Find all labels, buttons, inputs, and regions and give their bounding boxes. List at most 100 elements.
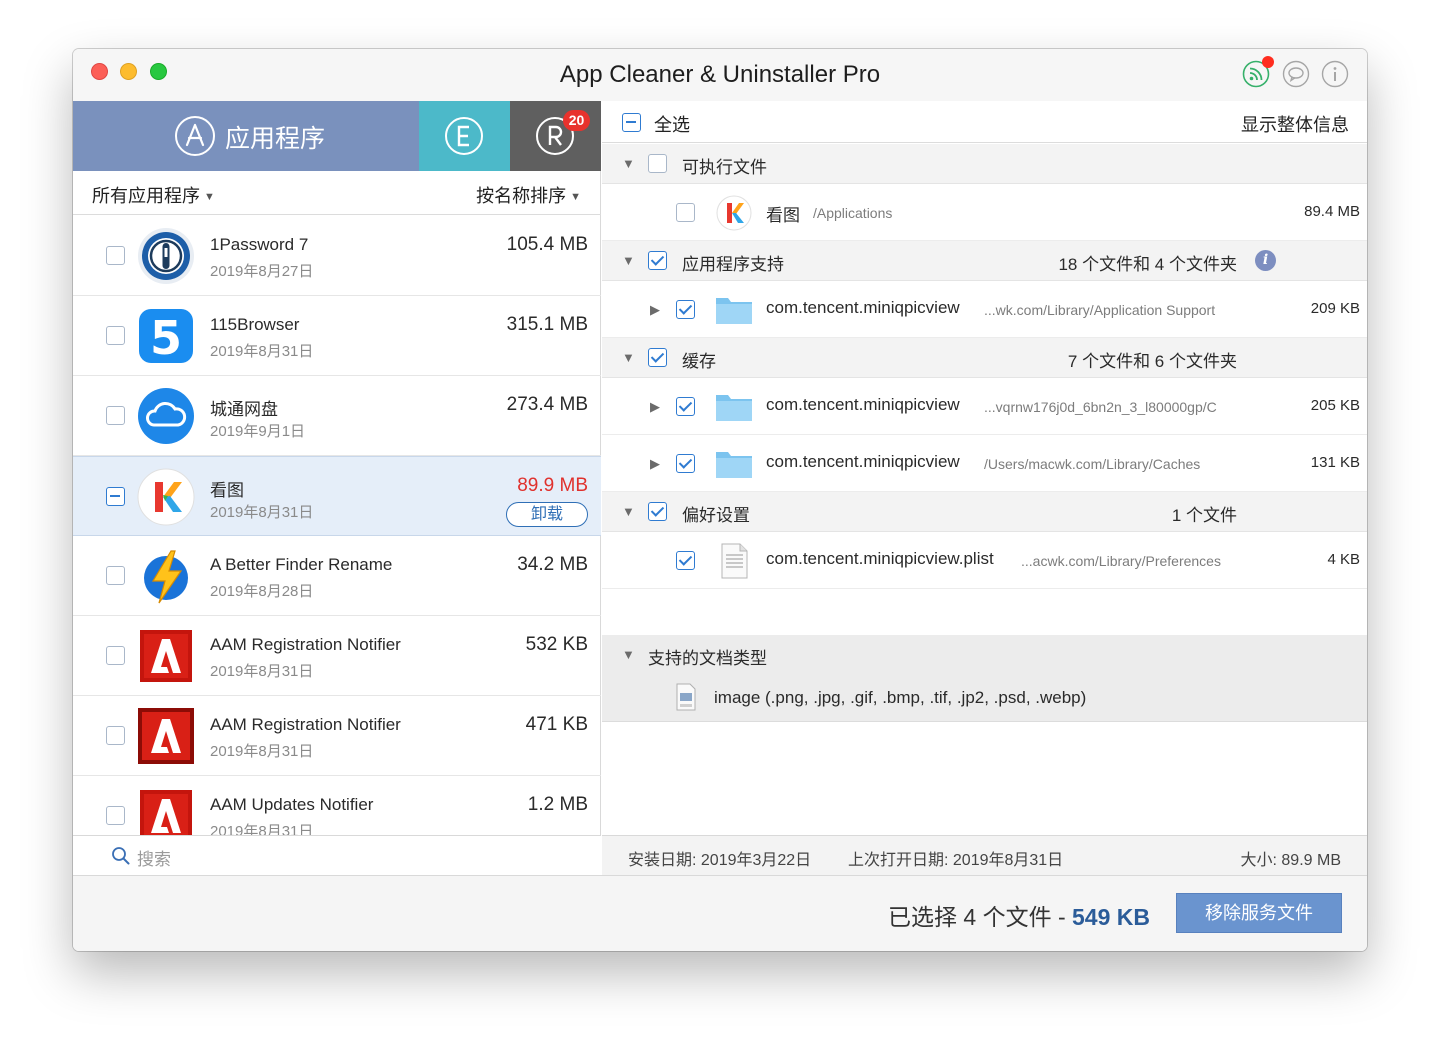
- app-row[interactable]: AAM Registration Notifier 2019年8月31日 471…: [73, 696, 601, 776]
- search-input[interactable]: 搜索: [137, 845, 171, 870]
- select-all-label: 全选: [654, 115, 690, 135]
- disclosure-down-icon[interactable]: ▼: [622, 156, 635, 171]
- group-checkbox[interactable]: [648, 502, 667, 521]
- disclosure-down-icon[interactable]: ▼: [622, 350, 635, 365]
- group-document-types[interactable]: ▼ 支持的文档类型 image (.png, .jpg, .gif, .bmp,…: [602, 635, 1367, 722]
- app-date: 2019年8月31日: [210, 343, 314, 360]
- disclosure-down-icon[interactable]: ▼: [622, 504, 635, 519]
- app-row-selected[interactable]: 看图 2019年8月31日 89.9 MB 卸载: [73, 456, 601, 536]
- info-icon[interactable]: i: [1255, 250, 1276, 271]
- file-item[interactable]: ▶ com.tencent.miniqpicview ...vqrnw176j0…: [602, 379, 1367, 435]
- app-checkbox[interactable]: [106, 406, 125, 425]
- tab-extensions[interactable]: [419, 101, 510, 171]
- file-checkbox[interactable]: [676, 551, 695, 570]
- group-application-support[interactable]: ▼ 应用程序支持 18 个文件和 4 个文件夹 i: [602, 241, 1367, 281]
- last-opened-date: 上次打开日期: 2019年8月31日: [848, 852, 1064, 869]
- disclosure-right-icon[interactable]: ▶: [650, 456, 660, 472]
- category-tabs: 应用程序 20: [73, 101, 601, 171]
- app-row[interactable]: AAM Updates Notifier 2019年8月31日 1.2 MB: [73, 776, 601, 835]
- sort-label: 按名称排序: [476, 186, 567, 206]
- file-item[interactable]: ▶ com.tencent.miniqpicview ...wk.com/Lib…: [602, 282, 1367, 338]
- app-checkbox[interactable]: [106, 246, 125, 265]
- 1password-icon: [138, 228, 194, 284]
- show-full-info-toggle[interactable]: 显示整体信息: [1241, 111, 1349, 137]
- file-item[interactable]: com.tencent.miniqpicview.plist ...acwk.c…: [602, 533, 1367, 589]
- group-label: 缓存: [682, 352, 716, 371]
- app-window: App Cleaner & Uninstaller Pro 应用程序 20 所有…: [73, 49, 1367, 951]
- app-row[interactable]: 1Password 7 2019年8月27日 105.4 MB: [73, 216, 601, 296]
- selection-summary: 已选择 4 个文件 - 549 KB: [888, 898, 1150, 932]
- group-preferences[interactable]: ▼ 偏好设置 1 个文件: [602, 492, 1367, 532]
- remaining-count-badge: 20: [563, 110, 590, 131]
- app-row[interactable]: A Better Finder Rename 2019年8月28日 34.2 M…: [73, 536, 601, 616]
- file-checkbox[interactable]: [676, 397, 695, 416]
- disclosure-right-icon[interactable]: ▶: [650, 302, 660, 318]
- kantu-icon: [137, 468, 195, 526]
- disclosure-down-icon[interactable]: ▼: [622, 253, 635, 268]
- file-item[interactable]: 看图 /Applications 89.4 MB: [602, 185, 1367, 241]
- app-checkbox[interactable]: [106, 326, 125, 345]
- selection-size: 549 KB: [1072, 904, 1150, 930]
- info-icon: [1321, 60, 1349, 88]
- rss-feed-button[interactable]: [1242, 56, 1274, 88]
- group-checkbox[interactable]: [648, 251, 667, 270]
- uninstall-button[interactable]: 卸载: [506, 502, 588, 527]
- disclosure-right-icon[interactable]: ▶: [650, 399, 660, 415]
- search-bar[interactable]: 搜索: [73, 835, 601, 875]
- app-filter-dropdown[interactable]: 所有应用程序 ▼: [92, 182, 215, 208]
- install-date: 安装日期: 2019年3月22日: [628, 852, 812, 869]
- file-item[interactable]: ▶ com.tencent.miniqpicview /Users/macwk.…: [602, 436, 1367, 492]
- search-icon: [112, 847, 130, 865]
- app-size: 273.4 MB: [506, 394, 588, 415]
- remove-service-files-button[interactable]: 移除服务文件: [1176, 893, 1342, 933]
- group-checkbox[interactable]: [648, 154, 667, 173]
- file-checkbox[interactable]: [676, 454, 695, 473]
- app-size: 532 KB: [525, 634, 588, 655]
- app-name: 城通网盘: [210, 400, 278, 419]
- app-list: 1Password 7 2019年8月27日 105.4 MB 5 115Bro…: [73, 216, 601, 835]
- file-name: com.tencent.miniqpicview.plist: [766, 549, 994, 568]
- app-row[interactable]: 城通网盘 2019年9月1日 273.4 MB: [73, 376, 601, 456]
- group-label: 偏好设置: [682, 506, 750, 525]
- select-all-checkbox[interactable]: [622, 113, 641, 132]
- file-path: ...vqrnw176j0d_6bn2n_3_l80000gp/C: [984, 399, 1217, 415]
- svg-text:5: 5: [150, 311, 182, 365]
- file-size: 205 KB: [1310, 397, 1360, 414]
- adobe-icon: [138, 708, 194, 764]
- app-checkbox[interactable]: [106, 566, 125, 585]
- group-label: 可执行文件: [682, 158, 767, 177]
- about-button[interactable]: [1321, 60, 1349, 88]
- app-row[interactable]: 5 115Browser 2019年8月31日 315.1 MB: [73, 296, 601, 376]
- app-name: 115Browser: [210, 315, 300, 334]
- tab-applications-label: 应用程序: [225, 125, 326, 153]
- app-row[interactable]: AAM Registration Notifier 2019年8月31日 532…: [73, 616, 601, 696]
- app-name: 1Password 7: [210, 235, 309, 254]
- app-checkbox[interactable]: [106, 726, 125, 745]
- selection-count-text: 已选择 4 个文件 -: [888, 904, 1073, 930]
- window-title: App Cleaner & Uninstaller Pro: [559, 61, 881, 88]
- disclosure-down-icon[interactable]: ▼: [622, 647, 635, 662]
- app-checkbox[interactable]: [106, 646, 125, 665]
- group-checkbox[interactable]: [648, 348, 667, 367]
- cloud-icon: [138, 388, 194, 444]
- group-executables[interactable]: ▼ 可执行文件: [602, 144, 1367, 184]
- file-checkbox[interactable]: [676, 203, 695, 222]
- app-details-pane: 全选 显示整体信息 ▼ 可执行文件 看图 /Applications 89.4 …: [602, 101, 1367, 875]
- sort-dropdown[interactable]: 按名称排序 ▼: [476, 182, 581, 208]
- file-name: 看图: [766, 206, 800, 225]
- app-total-size: 大小: 89.9 MB: [1240, 852, 1341, 869]
- file-checkbox[interactable]: [676, 300, 695, 319]
- chat-bubble-icon: [1282, 60, 1310, 88]
- file-size: 4 KB: [1327, 551, 1360, 568]
- app-date: 2019年8月31日: [210, 743, 314, 760]
- plist-file-icon: [721, 543, 748, 579]
- app-checkbox[interactable]: [106, 487, 125, 506]
- app-name: A Better Finder Rename: [210, 555, 393, 574]
- feedback-button[interactable]: [1282, 60, 1310, 88]
- group-caches[interactable]: ▼ 缓存 7 个文件和 6 个文件夹: [602, 338, 1367, 378]
- group-count: 1 个文件: [1171, 506, 1237, 525]
- app-checkbox[interactable]: [106, 806, 125, 825]
- image-file-icon: [676, 683, 696, 711]
- tab-remaining-files[interactable]: 20: [510, 101, 601, 171]
- tab-applications[interactable]: 应用程序: [73, 101, 419, 171]
